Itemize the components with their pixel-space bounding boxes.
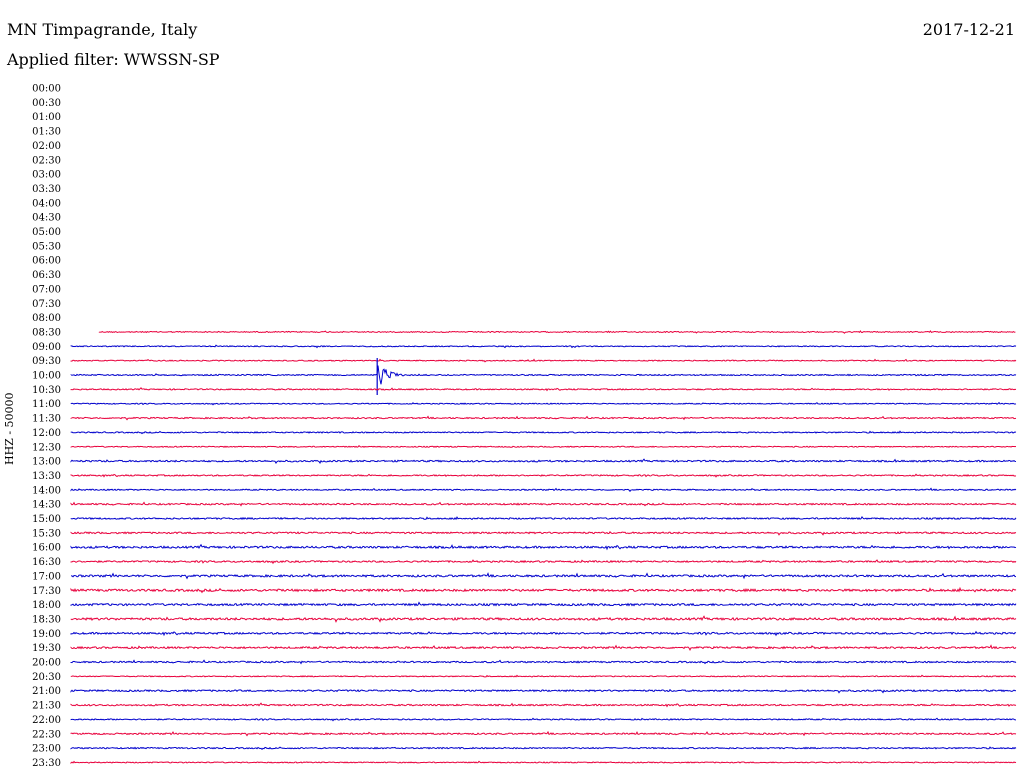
time-label: 01:30 [32, 127, 61, 138]
seismic-trace [70, 730, 1017, 737]
time-label: 14:30 [32, 500, 61, 511]
seismic-trace [70, 358, 1017, 363]
seismic-trace [70, 473, 1017, 478]
time-label: 13:00 [32, 457, 61, 468]
time-label: 06:00 [32, 256, 61, 267]
time-label: 16:30 [32, 557, 61, 568]
time-label: 07:00 [32, 284, 61, 295]
seismic-trace [70, 365, 1017, 385]
seismic-trace [70, 760, 1017, 765]
time-label: 05:30 [32, 241, 61, 252]
time-label: 23:30 [32, 758, 61, 769]
seismic-trace [70, 487, 1017, 493]
time-label: 12:00 [32, 428, 61, 439]
time-label: 20:00 [32, 658, 61, 669]
time-label: 17:00 [32, 571, 61, 582]
time-label: 07:30 [32, 299, 61, 310]
seismic-trace [70, 746, 1017, 751]
helicorder-plot: 00:00 00:30 01:00 01:30 02:00 02:30 03:00 03:30… [32, 84, 1017, 769]
time-label: 15:00 [32, 514, 61, 525]
seismic-trace [70, 559, 1017, 565]
time-label: 18:30 [32, 614, 61, 625]
time-label: 01:00 [32, 112, 61, 123]
time-label: 17:30 [32, 586, 61, 597]
time-label: 19:30 [32, 643, 61, 654]
time-label: 02:30 [32, 155, 61, 166]
time-label: 21:30 [32, 701, 61, 712]
seismic-trace [70, 515, 1017, 521]
seismic-trace [70, 615, 1017, 623]
seismic-trace [70, 344, 1017, 349]
seismic-trace [70, 430, 1017, 435]
seismic-trace [70, 415, 1017, 421]
seismic-trace [70, 659, 1017, 665]
seismic-trace [70, 572, 1017, 580]
time-label: 04:00 [32, 198, 61, 209]
seismic-trace [70, 401, 1017, 406]
seismic-trace [70, 601, 1017, 607]
seismic-trace [70, 387, 1017, 392]
seismic-trace [98, 330, 1016, 334]
seismic-trace [70, 688, 1017, 694]
time-label: 23:00 [32, 744, 61, 755]
time-label: 08:00 [32, 313, 61, 324]
seismic-trace [70, 543, 1017, 551]
time-label: 16:00 [32, 543, 61, 554]
time-label: 08:30 [32, 327, 61, 338]
seismic-trace [70, 444, 1017, 448]
time-label: 13:30 [32, 471, 61, 482]
seismic-trace [70, 586, 1017, 594]
time-label: 19:00 [32, 629, 61, 640]
time-label: 22:00 [32, 715, 61, 726]
seismic-trace [70, 530, 1017, 536]
seismic-trace [70, 702, 1017, 708]
time-label: 02:00 [32, 141, 61, 152]
time-label: 22:30 [32, 729, 61, 740]
time-label: 18:00 [32, 600, 61, 611]
time-label: 09:00 [32, 342, 61, 353]
seismic-trace [70, 717, 1017, 722]
time-label: 09:30 [32, 356, 61, 367]
time-label: 04:30 [32, 213, 61, 224]
time-label: 12:30 [32, 442, 61, 453]
time-label: 15:30 [32, 528, 61, 539]
seismic-trace [70, 674, 1017, 678]
time-label: 10:30 [32, 385, 61, 396]
time-label: 05:00 [32, 227, 61, 238]
seismic-trace [70, 501, 1017, 507]
time-label: 03:00 [32, 170, 61, 181]
time-label: 11:00 [32, 399, 61, 410]
time-label: 00:00 [32, 84, 61, 95]
time-label: 00:30 [32, 98, 61, 109]
time-label: 11:30 [32, 414, 61, 425]
time-label: 03:30 [32, 184, 61, 195]
seismic-trace [70, 644, 1017, 651]
seismic-trace [70, 630, 1017, 637]
seismic-trace [70, 458, 1017, 464]
time-label: 20:30 [32, 672, 61, 683]
time-label: 10:00 [32, 371, 61, 382]
time-label: 06:30 [32, 270, 61, 281]
time-label: 21:00 [32, 686, 61, 697]
time-label: 14:00 [32, 485, 61, 496]
